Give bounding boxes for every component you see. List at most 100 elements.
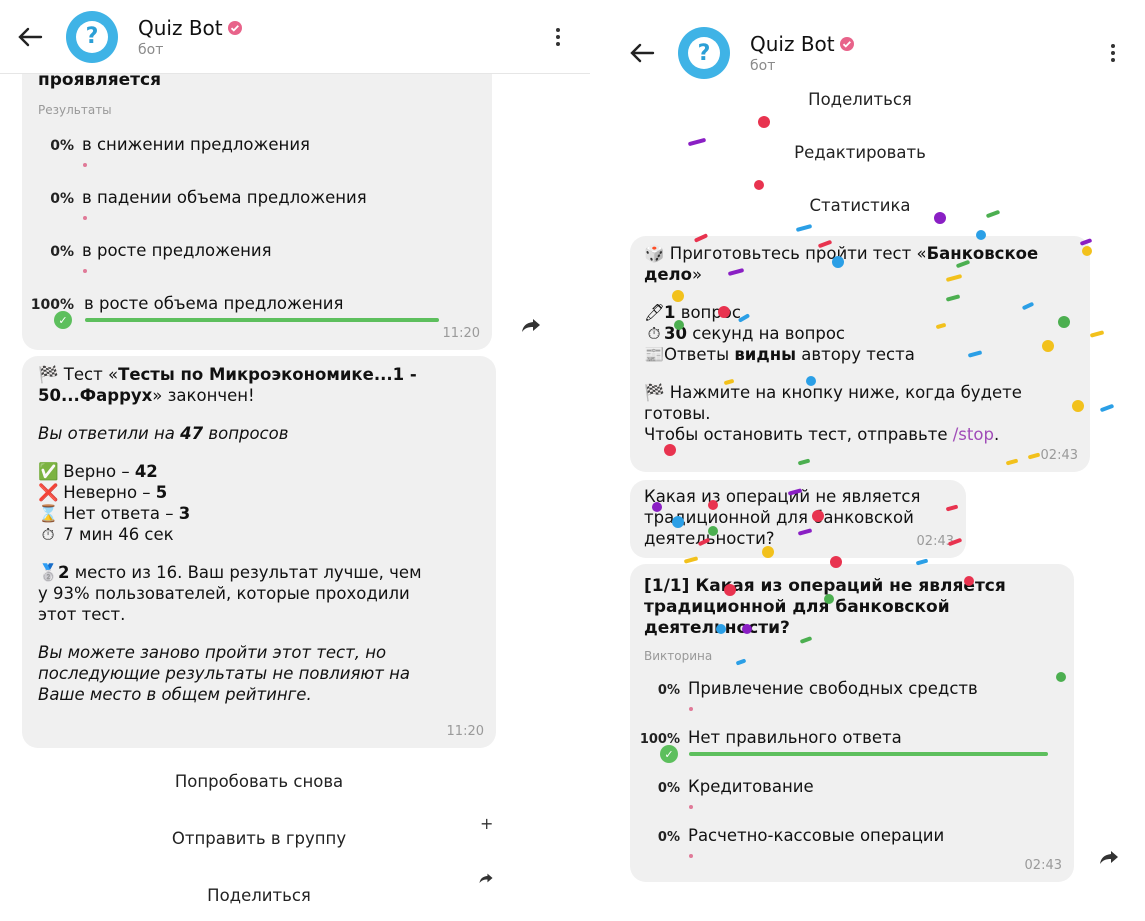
edit-button[interactable]: Редактировать bbox=[630, 143, 1090, 162]
correct-count: ✅ Верно – 42 bbox=[38, 462, 158, 481]
bot-subtitle: бот bbox=[138, 41, 164, 58]
quiz-type: Викторина bbox=[644, 649, 713, 663]
confetti bbox=[1099, 403, 1115, 413]
confetti bbox=[758, 116, 770, 128]
quiz-option: 0% Кредитование bbox=[644, 777, 1064, 830]
poll-option: 0% в падении объема предложения bbox=[38, 188, 478, 241]
place-text: 🥈2 место из 16. Ваш результат лучше, чем bbox=[38, 563, 422, 582]
wrong-count: ❌ Неверно – 5 bbox=[38, 483, 168, 502]
check-circle-icon: ✓ bbox=[54, 311, 72, 329]
answers-visibility: 📰Ответы видны автору теста bbox=[644, 345, 915, 364]
result-bar bbox=[689, 854, 693, 858]
plus-icon: + bbox=[480, 814, 494, 833]
option-text: Привлечение свободных средств bbox=[688, 679, 978, 698]
checkered-flag-icon: 🏁 bbox=[644, 383, 665, 402]
quiz-question: [1/1] Какая из операций не является трад… bbox=[644, 576, 1006, 638]
option-text: Нет правильного ответа bbox=[688, 728, 902, 747]
option-percent: 0% bbox=[657, 781, 680, 796]
message-time: 11:20 bbox=[442, 326, 480, 341]
result-title: 🏁 Тест «Тесты по Микроэкономике...1 - bbox=[38, 365, 417, 384]
bot-name: Quiz Bot bbox=[138, 15, 223, 40]
option-text: Расчетно-кассовые операции bbox=[688, 826, 945, 845]
arrow-left-icon bbox=[18, 27, 43, 46]
question-mark-icon: ? bbox=[76, 20, 108, 53]
confetti bbox=[754, 180, 764, 190]
question-mark-icon: ? bbox=[688, 37, 720, 69]
more-menu-button[interactable] bbox=[540, 27, 576, 46]
check-circle-icon: ✓ bbox=[660, 745, 678, 763]
seconds-per-question: ⏱ 30 секунд на вопрос bbox=[644, 323, 1084, 344]
option-percent: 0% bbox=[50, 138, 74, 154]
retry-button[interactable]: Попробовать снова bbox=[22, 772, 496, 791]
poll-option: 0% в росте предложения bbox=[38, 241, 478, 294]
poll-bubble: проявляется Результаты 0% в снижении пре… bbox=[22, 40, 492, 350]
quiz-option: 0% Расчетно-кассовые операции bbox=[644, 826, 1064, 879]
no-answer-count: ⌛ Нет ответа – 3 bbox=[38, 504, 191, 523]
chat-title[interactable]: Quiz Bot бот bbox=[750, 32, 1095, 74]
right-screenshot: ? Quiz Bot бот Поделиться Редактировать … bbox=[612, 14, 1145, 921]
result-bar bbox=[83, 216, 87, 220]
option-text: в падении объема предложения bbox=[82, 188, 367, 207]
newspaper-icon: 📰 bbox=[644, 345, 665, 364]
quiz-option: 100% Нет правильного ответа ✓ bbox=[634, 728, 1064, 781]
share-button[interactable]: Поделиться bbox=[630, 90, 1090, 109]
message-time: 11:20 bbox=[446, 724, 484, 739]
result-bar bbox=[83, 269, 87, 273]
option-text: в росте объема предложения bbox=[84, 294, 344, 313]
poll-results-label: Результаты bbox=[38, 103, 112, 117]
poll-option: 0% в снижении предложения bbox=[38, 135, 478, 188]
duration: ⏱ 7 мин 46 сек bbox=[38, 524, 488, 545]
share-button[interactable]: Поделиться bbox=[22, 886, 496, 905]
pen-icon: 🖊 bbox=[644, 303, 665, 322]
confetti bbox=[795, 223, 813, 233]
question-count: 🖊1 вопрос bbox=[644, 303, 741, 322]
option-text: в росте предложения bbox=[82, 241, 272, 260]
chat-header: ? Quiz Bot бот bbox=[612, 14, 1145, 92]
avatar[interactable]: ? bbox=[66, 10, 118, 63]
stop-command-link[interactable]: /stop bbox=[953, 425, 994, 444]
arrow-left-icon bbox=[630, 43, 655, 63]
left-screenshot: ? Quiz Bot бот проявляется Результаты 0%… bbox=[0, 0, 590, 921]
stopwatch-icon: ⏱ bbox=[41, 525, 55, 544]
option-percent: 0% bbox=[50, 191, 74, 207]
medal-icon: 🥈 bbox=[38, 563, 59, 582]
verified-badge-icon bbox=[227, 20, 242, 35]
option-percent: 0% bbox=[657, 683, 680, 698]
quiz-option: 0% Привлечение свободных средств bbox=[644, 679, 1064, 732]
intro-bubble: 🎲 Приготовьтесь пройти тест «Банковское … bbox=[630, 236, 1090, 472]
statistics-button[interactable]: Статистика bbox=[630, 196, 1090, 215]
message-time: 02:43 bbox=[1040, 448, 1078, 463]
send-to-group-button[interactable]: Отправить в группу bbox=[22, 829, 496, 848]
share-arrow-icon bbox=[479, 873, 493, 884]
more-menu-button[interactable] bbox=[1095, 44, 1131, 62]
message-time: 02:43 bbox=[916, 534, 954, 549]
chat-header: ? Quiz Bot бот bbox=[0, 0, 590, 74]
quiz-bubble: [1/1] Какая из операций не является трад… bbox=[630, 564, 1074, 882]
chat-title[interactable]: Quiz Bot бот bbox=[138, 16, 540, 58]
option-text: Кредитование bbox=[688, 777, 814, 796]
hourglass-icon: ⌛ bbox=[38, 504, 59, 523]
dice-icon: 🎲 bbox=[644, 244, 665, 263]
question-bubble: Какая из операций не является традиционн… bbox=[630, 480, 966, 558]
result-bar bbox=[85, 318, 439, 322]
result-bubble: 🏁 Тест «Тесты по Микроэкономике...1 - 50… bbox=[22, 356, 496, 748]
option-percent: 0% bbox=[50, 244, 74, 260]
forward-icon[interactable] bbox=[520, 314, 542, 336]
cross-icon: ❌ bbox=[38, 483, 59, 502]
confetti bbox=[1089, 330, 1105, 338]
back-button[interactable] bbox=[0, 26, 60, 48]
result-bar bbox=[689, 707, 693, 711]
avatar[interactable]: ? bbox=[678, 27, 730, 79]
checkered-flag-icon: 🏁 bbox=[38, 365, 59, 384]
answered-count: Вы ответили на 47 вопросов bbox=[38, 424, 289, 443]
retake-note: Вы можете заново пройти этот тест, но по… bbox=[38, 643, 411, 704]
message-time: 02:43 bbox=[1024, 858, 1062, 873]
stopwatch-icon: ⏱ bbox=[647, 324, 661, 343]
option-percent: 0% bbox=[657, 830, 680, 845]
poll-option: 100% в росте объема предложения ✓ bbox=[28, 294, 478, 347]
bot-name: Quiz Bot bbox=[750, 32, 835, 56]
option-text: в снижении предложения bbox=[82, 135, 310, 154]
check-box-icon: ✅ bbox=[38, 462, 59, 481]
back-button[interactable] bbox=[612, 42, 672, 64]
forward-icon[interactable] bbox=[1098, 846, 1120, 868]
